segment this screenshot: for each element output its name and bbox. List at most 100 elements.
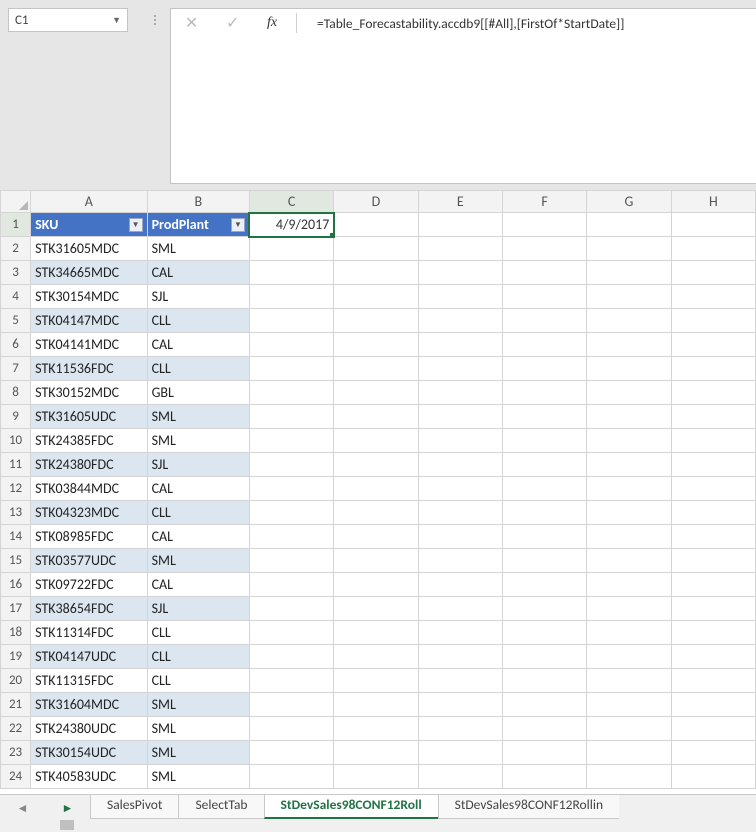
cell[interactable] [671,429,755,453]
cell[interactable] [418,477,502,501]
cell[interactable] [671,333,755,357]
cell[interactable] [587,453,671,477]
cell[interactable] [418,717,502,741]
cell[interactable] [502,453,586,477]
cell-sku[interactable]: STK11314FDC [31,621,147,645]
cell[interactable] [671,309,755,333]
cell[interactable] [249,309,333,333]
cell[interactable] [334,309,418,333]
cell-sku[interactable]: STK34665MDC [31,261,147,285]
column-header-H[interactable]: H [671,191,755,213]
cell[interactable] [334,573,418,597]
cell[interactable] [334,621,418,645]
cell[interactable] [587,717,671,741]
cell[interactable] [587,261,671,285]
cell-prodplant[interactable]: SML [147,717,249,741]
cell[interactable] [418,669,502,693]
cell[interactable] [334,597,418,621]
cell[interactable] [671,549,755,573]
cell[interactable] [249,669,333,693]
row-header[interactable]: 4 [1,285,31,309]
cell[interactable] [418,237,502,261]
cell[interactable] [587,597,671,621]
cell[interactable] [334,693,418,717]
cell[interactable] [249,357,333,381]
cell[interactable] [671,717,755,741]
cell[interactable] [418,453,502,477]
cell[interactable] [249,501,333,525]
cell[interactable] [418,621,502,645]
sheet-tab[interactable]: SalesPivot [90,795,179,819]
cell[interactable] [502,597,586,621]
cell[interactable] [502,693,586,717]
column-header-C[interactable]: C [249,191,333,213]
cell-prodplant[interactable]: SML [147,693,249,717]
cell[interactable] [418,285,502,309]
cell[interactable] [418,357,502,381]
cell[interactable] [671,573,755,597]
cell-prodplant[interactable]: CLL [147,357,249,381]
cell-sku[interactable]: STK30152MDC [31,381,147,405]
formula-bar[interactable]: ✕ ✓ fx =Table_Forecastability.accdb9[[#A… [170,8,756,184]
cell[interactable] [418,525,502,549]
cell[interactable] [249,405,333,429]
table-header-prodplant[interactable]: ProdPlant▼ [147,213,249,237]
status-bar-macro-icon[interactable] [60,820,74,830]
cell[interactable] [671,597,755,621]
cell[interactable] [502,237,586,261]
spreadsheet-grid[interactable]: A B C D E F G H 1SKU▼ProdPlant▼4/9/20172… [0,190,756,794]
row-header[interactable]: 22 [1,717,31,741]
filter-dropdown-icon[interactable]: ▼ [129,218,143,232]
cell-prodplant[interactable]: CLL [147,621,249,645]
cell[interactable] [587,741,671,765]
table-header-sku[interactable]: SKU▼ [31,213,147,237]
cell[interactable] [418,405,502,429]
cell-prodplant[interactable]: GBL [147,381,249,405]
cell[interactable] [502,765,586,789]
cell[interactable] [502,501,586,525]
sheet-tab[interactable]: StDevSales98CONF12Rollin [438,795,619,819]
cell[interactable] [502,669,586,693]
cell[interactable] [587,429,671,453]
cell[interactable] [587,549,671,573]
cell-sku[interactable]: STK31604MDC [31,693,147,717]
cell[interactable] [502,261,586,285]
cell[interactable] [418,693,502,717]
cell[interactable] [249,261,333,285]
cell[interactable] [587,621,671,645]
cell[interactable] [249,285,333,309]
cell[interactable] [418,309,502,333]
cell[interactable] [502,429,586,453]
cell-sku[interactable]: STK03844MDC [31,477,147,501]
cell[interactable] [249,645,333,669]
filter-dropdown-icon[interactable]: ▼ [231,218,245,232]
row-header[interactable]: 7 [1,357,31,381]
cell[interactable] [249,429,333,453]
column-header-F[interactable]: F [502,191,586,213]
formula-bar-resize-handle[interactable] [150,8,160,32]
cell-sku[interactable]: STK03577UDC [31,549,147,573]
cell[interactable] [671,285,755,309]
cell[interactable] [249,453,333,477]
cell[interactable] [587,669,671,693]
cell[interactable] [334,717,418,741]
cell[interactable] [587,765,671,789]
row-header[interactable]: 2 [1,237,31,261]
column-header-A[interactable]: A [31,191,147,213]
row-header[interactable]: 19 [1,645,31,669]
row-header[interactable]: 21 [1,693,31,717]
cell-sku[interactable]: STK08985FDC [31,525,147,549]
cell[interactable] [334,381,418,405]
cell[interactable] [671,525,755,549]
row-header[interactable]: 5 [1,309,31,333]
cell[interactable] [249,477,333,501]
column-header-D[interactable]: D [334,191,418,213]
cell-prodplant[interactable]: CAL [147,573,249,597]
cell[interactable] [671,453,755,477]
cell[interactable] [418,765,502,789]
cell[interactable] [334,669,418,693]
cell[interactable] [671,213,755,237]
cell[interactable] [334,549,418,573]
cell[interactable] [671,405,755,429]
row-header[interactable]: 23 [1,741,31,765]
